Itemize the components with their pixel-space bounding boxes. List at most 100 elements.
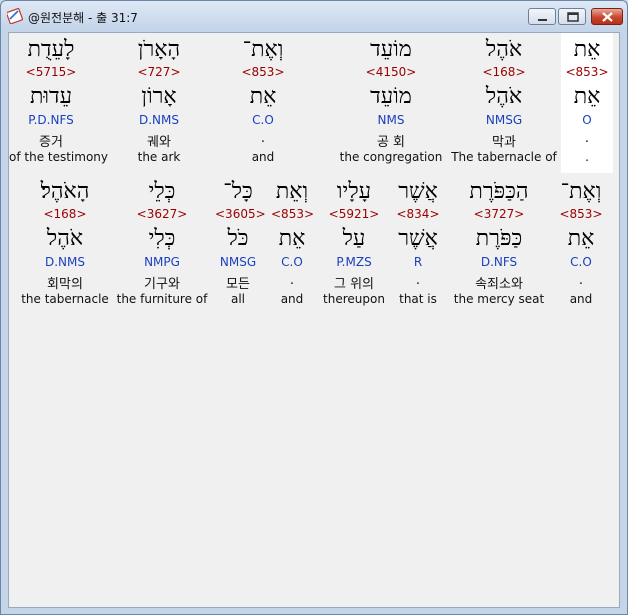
morphology: C.O	[252, 113, 274, 127]
word-column[interactable]: וְאֶת־ <853> אֵת C.O . and	[553, 175, 609, 315]
korean-gloss: .	[578, 273, 584, 288]
strong-number: <727>	[137, 65, 181, 79]
english-gloss: all	[230, 292, 246, 306]
english-gloss: .	[585, 150, 589, 164]
hebrew-lemma: אֵת	[249, 84, 277, 109]
korean-gloss: 그 위의	[333, 277, 374, 292]
english-gloss: the mercy seat	[453, 292, 545, 306]
morphology: C.O	[570, 255, 592, 269]
minimize-icon	[538, 19, 547, 21]
korean-gloss: 기구와	[144, 277, 180, 292]
hebrew-surface: מוֹעֵד	[370, 37, 412, 62]
verse-line-1: לָעֵדֻת <5715> עֵדוּת P.D.NFS 증거 of the …	[9, 33, 619, 173]
korean-gloss: 증거	[39, 135, 63, 150]
hebrew-lemma: עֵדוּת	[29, 84, 73, 109]
korean-gloss: 회막의	[47, 277, 83, 292]
word-column-selected[interactable]: אֵת <853> אֵת O . .	[561, 33, 613, 173]
word-column[interactable]: כָּל־ <3605> כֹּל NMSG 모든 all	[215, 175, 266, 315]
english-gloss: and	[280, 292, 304, 306]
morphology: C.O	[281, 255, 303, 269]
english-gloss: the ark	[137, 150, 181, 164]
english-gloss: of the testimony	[9, 150, 109, 164]
hebrew-lemma: אֵת	[278, 226, 306, 251]
hebrew-lemma: אֵת	[567, 226, 595, 251]
word-column[interactable]: אֹהֶל <168> אֹהֶל NMSG 막과 The tabernacle…	[451, 33, 557, 173]
title-bar[interactable]: @원전분해 - 출 31:7	[1, 1, 627, 31]
word-column[interactable]: לָעֵדֻת <5715> עֵדוּת P.D.NFS 증거 of the …	[9, 33, 109, 173]
maximize-button[interactable]	[558, 8, 586, 25]
hebrew-lemma: אֹהֶל	[46, 226, 84, 251]
app-icon	[5, 7, 24, 25]
english-gloss: and	[251, 150, 275, 164]
word-column[interactable]: אֲשֶׁר <834> אֲשֶׁר R . that is	[391, 175, 445, 315]
korean-gloss: .	[289, 273, 295, 288]
word-column[interactable]: וְאֵת <853> אֵת C.O . and	[271, 175, 314, 315]
morphology: P.D.NFS	[28, 113, 74, 127]
strong-number: <168>	[482, 65, 526, 79]
word-column[interactable]: הָאָרֹן <727> אָרוֹן D.NMS 궤와 the ark	[123, 33, 195, 173]
maximize-icon	[567, 12, 579, 22]
hebrew-surface: וְאֶת־	[560, 179, 602, 204]
hebrew-lemma: כֹּל	[227, 226, 249, 251]
hebrew-lemma: כַּפֹּרֶת	[475, 226, 523, 251]
strong-number: <5715>	[25, 65, 77, 79]
morphology: D.NFS	[480, 255, 518, 269]
korean-gloss: 궤와	[147, 135, 171, 150]
verse-line-2: הָאֹהֶל׃ <168> אֹהֶל D.NMS 회막의 the taber…	[9, 175, 619, 315]
word-column[interactable]: הָאֹהֶל׃ <168> אֹהֶל D.NMS 회막의 the taber…	[17, 175, 113, 315]
word-column[interactable]: הַכַּפֹּרֶת <3727> כַּפֹּרֶת D.NFS 속죄소와 …	[449, 175, 549, 315]
hebrew-surface: וְאֶת־	[242, 37, 284, 62]
minimize-button[interactable]	[528, 8, 556, 25]
strong-number: <853>	[565, 65, 609, 79]
hebrew-lemma: אֲשֶׁר	[398, 226, 438, 251]
hebrew-surface: אֹהֶל	[485, 37, 523, 62]
korean-gloss: 모든	[226, 277, 250, 292]
korean-gloss: 막과	[492, 135, 516, 150]
strong-number: <3605>	[215, 207, 266, 221]
hebrew-lemma: אָרוֹן	[141, 84, 177, 109]
morphology: P.MZS	[336, 255, 372, 269]
word-column[interactable]: כְּלֵי <3627> כְּלִי NMPG 기구와 the furnit…	[115, 175, 209, 315]
hebrew-surface: הָאֹהֶל׃	[40, 179, 90, 204]
morphology: NMS	[377, 113, 405, 127]
morphology: NMSG	[219, 255, 257, 269]
word-column[interactable]: וְאֶת־ <853> אֵת C.O . and	[231, 33, 295, 173]
strong-number: <834>	[396, 207, 440, 221]
strong-number: <168>	[43, 207, 87, 221]
strong-number: <3627>	[136, 207, 188, 221]
english-gloss: the furniture of	[116, 292, 208, 306]
strong-number: <5921>	[328, 207, 380, 221]
korean-gloss: 속죄소와	[475, 277, 523, 292]
hebrew-surface: אֵת	[573, 37, 601, 62]
korean-gloss: .	[584, 131, 590, 146]
hebrew-lemma: מוֹעֵד	[370, 84, 412, 109]
strong-number: <4150>	[365, 65, 417, 79]
close-icon	[602, 12, 613, 22]
korean-gloss: .	[415, 273, 421, 288]
morphology: R	[413, 255, 423, 269]
hebrew-lemma: אֵת	[573, 84, 601, 109]
hebrew-surface: וְאֵת	[275, 179, 309, 204]
english-gloss: the congregation	[339, 150, 443, 164]
word-column[interactable]: עָלָיו <5921> עַל P.MZS 그 위의 thereupon	[321, 175, 387, 315]
english-gloss: the tabernacle	[21, 292, 109, 306]
hebrew-surface: עָלָיו	[336, 179, 372, 204]
hebrew-surface: הָאָרֹן	[137, 37, 181, 62]
strong-number: <3727>	[473, 207, 525, 221]
english-gloss: The tabernacle of	[451, 150, 557, 164]
strong-number: <853>	[559, 207, 603, 221]
hebrew-lemma: כְּלִי	[148, 226, 176, 251]
english-gloss: and	[569, 292, 593, 306]
close-button[interactable]	[591, 8, 623, 25]
hebrew-surface: כָּל־	[223, 179, 253, 204]
word-column[interactable]: מוֹעֵד <4150> מוֹעֵד NMS 공 회 the congreg…	[339, 33, 443, 173]
hebrew-lemma: עַל	[342, 226, 366, 251]
morphology: O	[582, 113, 592, 127]
morphology: D.NMS	[44, 255, 85, 269]
english-gloss: thereupon	[323, 292, 385, 306]
morphology: D.NMS	[138, 113, 179, 127]
hebrew-surface: כְּלֵי	[148, 179, 176, 204]
english-gloss: that is	[399, 292, 437, 306]
morphology: NMSG	[485, 113, 523, 127]
app-window: @원전분해 - 출 31:7 לָעֵדֻת <5715> עֵדוּת P.D…	[0, 0, 628, 615]
